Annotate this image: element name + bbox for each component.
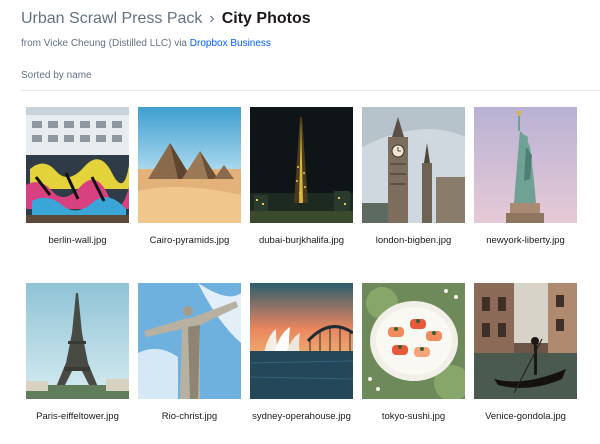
eiffel-tower-photo[interactable] (26, 283, 129, 399)
file-tile[interactable]: Rio-christ.jpg (138, 283, 241, 422)
sushi-plate-photo[interactable] (362, 283, 465, 399)
breadcrumb: Urban Scrawl Press Pack › City Photos (21, 9, 590, 29)
file-name[interactable]: newyork-liberty.jpg (454, 235, 597, 246)
dropbox-business-link[interactable]: Dropbox Business (190, 38, 271, 49)
file-tile[interactable]: Paris-eiffeltower.jpg (26, 283, 129, 422)
share-info-text: from Vicke Cheung (Distilled LLC) via (21, 38, 187, 49)
page-title: City Photos (221, 10, 311, 27)
sort-label[interactable]: Sorted by name (21, 70, 92, 81)
statue-of-liberty-photo[interactable] (474, 107, 577, 223)
share-info: from Vicke Cheung (Distilled LLC) via Dr… (21, 38, 590, 49)
file-tile[interactable]: berlin-wall.jpg (26, 107, 129, 246)
file-tile[interactable]: newyork-liberty.jpg (474, 107, 577, 246)
graffiti-wall-photo[interactable] (26, 107, 129, 223)
clock-tower-photo[interactable] (362, 107, 465, 223)
pyramids-photo[interactable] (138, 107, 241, 223)
christ-statue-photo[interactable] (138, 283, 241, 399)
file-tile[interactable]: sydney-operahouse.jpg (250, 283, 353, 422)
skyscraper-night-photo[interactable] (250, 107, 353, 223)
file-name[interactable]: Venice-gondola.jpg (454, 411, 597, 422)
gondola-canal-photo[interactable] (474, 283, 577, 399)
breadcrumb-parent-link[interactable]: Urban Scrawl Press Pack (21, 9, 202, 29)
opera-house-photo[interactable] (250, 283, 353, 399)
file-tile[interactable]: Venice-gondola.jpg (474, 283, 577, 422)
header: Urban Scrawl Press Pack › City Photos fr… (21, 9, 590, 49)
chevron-right-icon: › (209, 10, 215, 27)
file-tile[interactable]: dubai-burjkhalifa.jpg (250, 107, 353, 246)
file-tile[interactable]: tokyo-sushi.jpg (362, 283, 465, 422)
file-tile[interactable]: london-bigben.jpg (362, 107, 465, 246)
file-tile[interactable]: Cairo-pyramids.jpg (138, 107, 241, 246)
divider (21, 90, 600, 91)
